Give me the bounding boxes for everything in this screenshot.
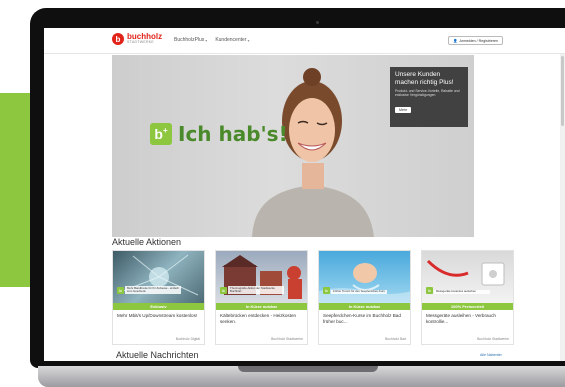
- card-image: b Thermografie-Aktion der Stadtwerke Buc…: [216, 251, 307, 303]
- bplus-small-icon: b: [323, 287, 330, 294]
- card-badge: Exklusiv: [113, 303, 204, 310]
- card-badge: 100% Preisvorteil: [422, 303, 513, 310]
- scrollbar-thumb[interactable]: [561, 56, 564, 126]
- main-nav: BuchholzPlus ▾ Kundencenter ▾: [174, 37, 249, 43]
- action-card[interactable]: b Thermografie-Aktion der Stadtwerke Buc…: [215, 250, 308, 345]
- hero-banner: b + Ich hab's! Unsere Kunden machen richt…: [112, 55, 474, 237]
- card-source: Buchholz Stadtwerke: [477, 337, 509, 341]
- bplus-logo-icon: b +: [150, 123, 172, 145]
- card-caption: Messgeräte kostenlos ausleihen: [434, 289, 490, 294]
- bplus-small-icon: b: [426, 287, 433, 294]
- site-header: b buchholz STADTWERKE BuchholzPlus ▾ Kund…: [44, 28, 565, 54]
- promo-more-button[interactable]: Mehr: [395, 106, 412, 113]
- card-source: Buchholz Bad: [385, 337, 406, 341]
- news-title: Aktuelle Nachrichten: [116, 350, 199, 360]
- card-badge: In Kürze nutzbar: [319, 303, 410, 310]
- marketing-mockup: b buchholz STADTWERKE BuchholzPlus ▾ Kund…: [0, 0, 565, 387]
- action-card[interactable]: b Mehr Bandbreite für Ihr Zuhause - einf…: [112, 250, 205, 345]
- logo-subtitle: STADTWERKE: [127, 40, 155, 45]
- card-image: b Messgeräte kostenlos ausleihen: [422, 251, 513, 303]
- nav-item-buchholzplus[interactable]: BuchholzPlus ▾: [174, 37, 207, 43]
- camera-icon: [316, 21, 319, 24]
- nav-item-kundencenter[interactable]: Kundencenter ▾: [215, 37, 249, 43]
- laptop-screen: b buchholz STADTWERKE BuchholzPlus ▾ Kund…: [44, 28, 565, 361]
- actions-cards: b Mehr Bandbreite für Ihr Zuhause - einf…: [112, 250, 514, 345]
- card-text: Messgeräte ausleihen - Verbrauch kontrol…: [426, 313, 496, 324]
- card-illustration: [319, 263, 410, 303]
- action-card[interactable]: b Messgeräte kostenlos ausleihen 100% Pr…: [421, 250, 514, 345]
- promo-title: Unsere Kunden machen richtig Plus!: [395, 71, 454, 86]
- action-card[interactable]: b Früher Termin für den Seepferdchen-Kur…: [318, 250, 411, 345]
- card-text: Seepferdchen-Kurse im Buchholz Bad frühe…: [323, 313, 401, 324]
- promo-box: Unsere Kunden machen richtig Plus! Produ…: [390, 67, 468, 127]
- user-icon: 👤: [453, 38, 458, 43]
- card-source: Buchholz Stadtwerke: [271, 337, 303, 341]
- all-news-link[interactable]: Alle Nabenter: [480, 353, 502, 357]
- card-illustration: [426, 259, 505, 286]
- hero-slogan: Ich hab's!: [178, 122, 288, 146]
- card-text: Kältebrücken entdecken - Heizkosten senk…: [220, 313, 297, 324]
- card-source: Buchholz Digital: [175, 337, 200, 341]
- bplus-small-icon: b: [220, 287, 227, 294]
- card-illustration: [222, 255, 302, 299]
- card-text: Mehr Mbit/s Up/Downstream kostenlos!: [117, 313, 198, 318]
- chevron-down-icon: ▾: [247, 37, 250, 43]
- card-image: b Früher Termin für den Seepferdchen-Kur…: [319, 251, 410, 303]
- card-caption: Früher Termin für den Seepferdchen-Kurs: [331, 289, 387, 294]
- chevron-down-icon: ▾: [205, 37, 208, 43]
- card-illustration: [122, 254, 199, 296]
- logo-mark-icon: b: [112, 33, 124, 45]
- promo-text: Produkt- und Service-Vorteile, Rabatte u…: [395, 89, 460, 98]
- bplus-small-icon: b: [117, 287, 124, 294]
- card-caption: Mehr Bandbreite für Ihr Zuhause - einfac…: [125, 286, 181, 294]
- card-caption: Thermografie-Aktion der Stadtwerke Buchh…: [228, 286, 284, 294]
- actions-title: Aktuelle Aktionen: [112, 237, 182, 247]
- laptop-base-notch: [238, 366, 378, 372]
- login-button[interactable]: 👤 Anmelden / Registrieren: [448, 36, 504, 45]
- card-badge: In Kürze nutzbar: [216, 303, 307, 310]
- site-logo[interactable]: b buchholz STADTWERKE: [112, 33, 162, 45]
- card-image: b Mehr Bandbreite für Ihr Zuhause - einf…: [113, 251, 204, 303]
